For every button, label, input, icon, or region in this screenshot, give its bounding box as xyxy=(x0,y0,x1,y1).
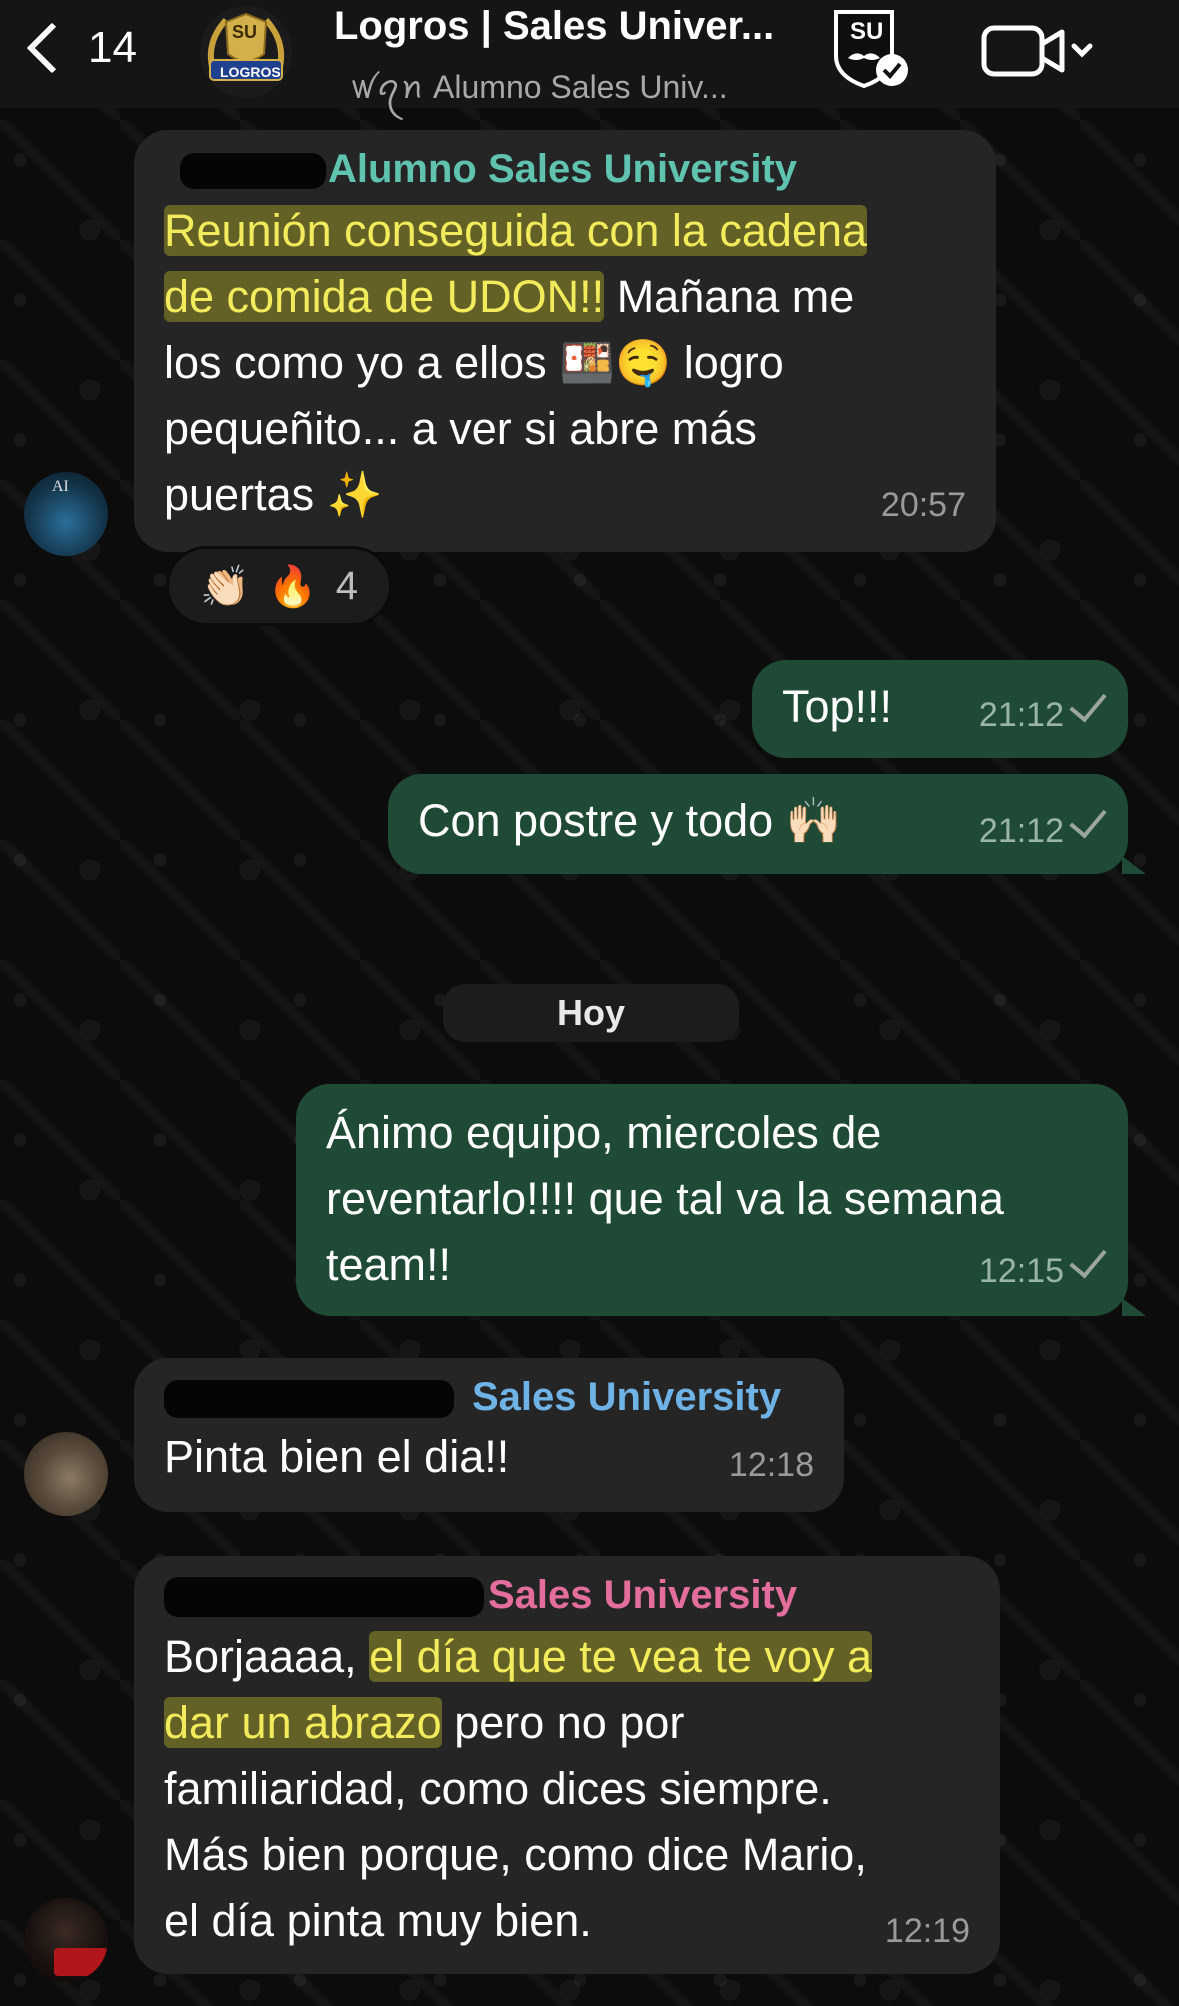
message-bubble-incoming[interactable]: Sales University Pinta bien el dia!! 12:… xyxy=(134,1358,844,1512)
message-time: 20:57 xyxy=(880,486,966,524)
bubble-tail xyxy=(1122,856,1146,874)
message-text: Reunión conseguida con la cadena de comi… xyxy=(164,205,868,520)
sender-avatar[interactable] xyxy=(24,1898,108,1982)
back-button[interactable]: 14 xyxy=(22,18,137,78)
message-sender: Alumno Sales University xyxy=(180,144,966,194)
date-separator: Hoy xyxy=(443,984,739,1042)
sent-check-icon xyxy=(1069,799,1107,839)
message-text: Borjaaaa, el día que te vea te voy a dar… xyxy=(164,1631,872,1946)
message-text: Pinta bien el dia!! xyxy=(164,1431,510,1482)
message-time: 12:19 xyxy=(884,1912,970,1950)
message-sender: Sales University xyxy=(164,1570,970,1620)
bubble-tail xyxy=(1122,1298,1146,1316)
message-text: Con postre y todo 🙌🏻 xyxy=(418,795,842,846)
video-call-button[interactable] xyxy=(980,22,1100,82)
sent-check-icon xyxy=(1069,683,1107,723)
clap-reaction: 👏🏻 xyxy=(200,564,250,609)
redacted-name xyxy=(164,1577,484,1618)
unread-count: 14 xyxy=(88,23,137,72)
avatar-initials: AI xyxy=(52,478,69,495)
message-bubble-incoming[interactable]: Alumno Sales University Reunión consegui… xyxy=(134,130,996,552)
chat-header: 14 SU LOGROS Logros | Sales Univer... ꪝꪖ… xyxy=(0,0,1179,108)
message-bubble-outgoing[interactable]: Top!!! 21:12 xyxy=(752,660,1128,758)
group-logo-text: LOGROS xyxy=(220,64,281,80)
sent-check-icon xyxy=(1069,1239,1107,1279)
message-reactions[interactable]: 👏🏻 🔥 4 xyxy=(166,546,392,626)
message-time: 21:12 xyxy=(979,798,1107,864)
redacted-name xyxy=(180,153,326,190)
chat-subtitle-members[interactable]: ꪝꪖꪀ Alumno Sales Univ... xyxy=(350,56,728,123)
message-sender: Sales University xyxy=(164,1372,814,1422)
message-time: 12:18 xyxy=(728,1446,814,1484)
community-badge[interactable]: SU xyxy=(826,6,912,90)
sender-avatar[interactable]: AI xyxy=(24,472,108,556)
message-time: 21:12 xyxy=(979,682,1107,748)
message-time: 12:15 xyxy=(979,1238,1107,1304)
message-bubble-outgoing[interactable]: Ánimo equipo, miercoles de reventarlo!!!… xyxy=(296,1084,1128,1316)
laurel-logo-icon xyxy=(200,6,292,98)
badge-text: SU xyxy=(850,18,884,45)
message-bubble-outgoing[interactable]: Con postre y todo 🙌🏻 21:12 xyxy=(388,774,1128,874)
group-avatar[interactable]: SU LOGROS xyxy=(196,4,296,100)
fire-reaction: 🔥 xyxy=(267,564,318,609)
reaction-count: 4 xyxy=(335,563,358,608)
chat-title[interactable]: Logros | Sales Univer... xyxy=(334,4,774,49)
chevron-left-icon xyxy=(26,22,78,74)
redacted-name xyxy=(164,1380,454,1419)
group-logo-badge: SU xyxy=(232,22,258,42)
sender-avatar[interactable] xyxy=(24,1432,108,1516)
avatar-red-mark xyxy=(54,1948,108,1976)
message-text: Top!!! xyxy=(782,681,893,732)
video-camera-icon xyxy=(981,25,1093,77)
message-bubble-incoming[interactable]: Sales University Borjaaaa, el día que te… xyxy=(134,1556,1000,1974)
